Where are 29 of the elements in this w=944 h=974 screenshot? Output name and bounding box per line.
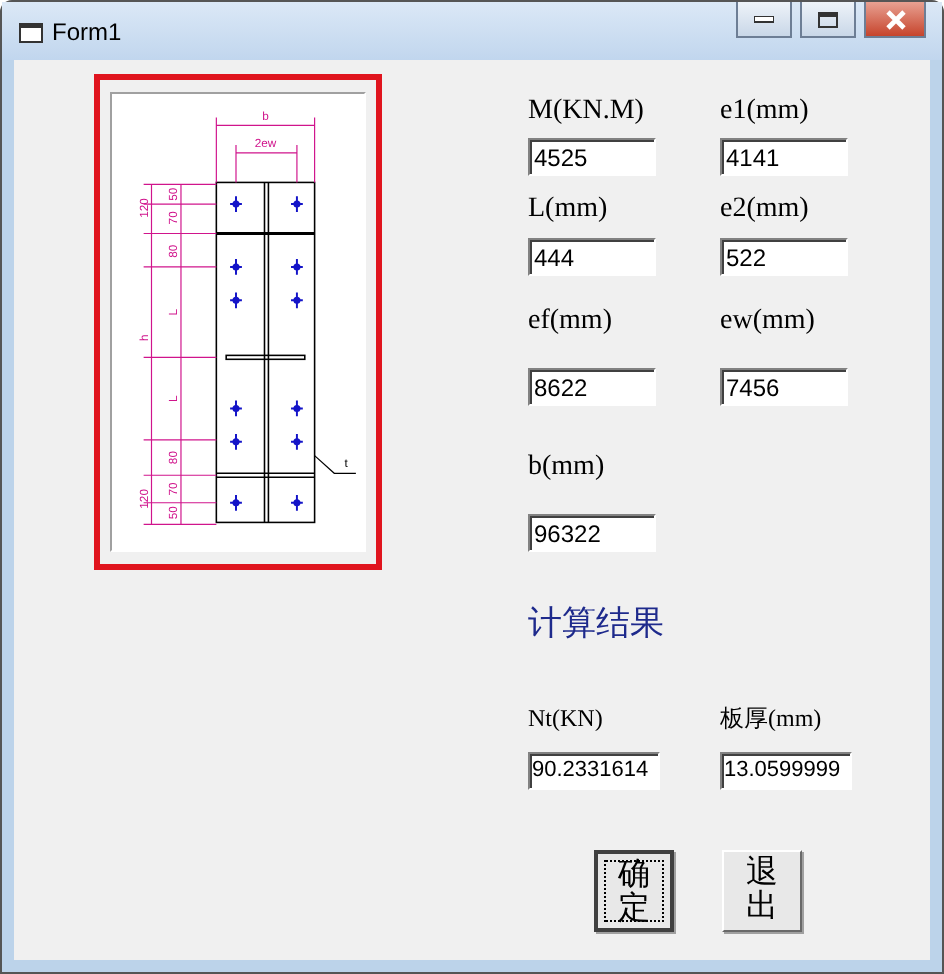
result-label: Nt(KN) [528,701,605,733]
input-field[interactable]: 444 [528,238,656,276]
form-icon [18,19,44,43]
close-button[interactable] [864,2,926,38]
input-field[interactable]: 7456 [720,368,848,406]
maximize-button[interactable] [800,2,856,38]
result-field[interactable]: 13.0599999 [720,751,852,789]
field-label: b(mm) [528,450,607,486]
field-label: e2(mm) [720,192,811,228]
leader-line [314,455,357,474]
field-label: L(mm) [528,192,610,228]
window-title: Form1 [52,15,122,49]
input-field[interactable]: 8622 [528,368,656,406]
exit-button[interactable]: 退出 [722,849,802,931]
field-label: e1(mm) [720,94,811,130]
result-label: 板厚(mm) [720,701,824,733]
field-label: ew(mm) [720,304,817,340]
input-field[interactable]: 96322 [528,514,656,552]
field-label: M(KN.M) [528,94,646,130]
minimize-icon [754,15,774,23]
input-field[interactable]: 4525 [528,138,656,176]
minimize-button[interactable] [736,2,792,38]
field-label: ef(mm) [528,304,614,340]
close-icon [883,9,907,29]
maximize-icon [818,11,838,27]
results-heading: 计算结果 [528,602,666,646]
input-field[interactable]: 522 [720,238,848,276]
input-field[interactable]: 4141 [720,138,848,176]
result-field[interactable]: 90.2331614 [528,751,660,789]
